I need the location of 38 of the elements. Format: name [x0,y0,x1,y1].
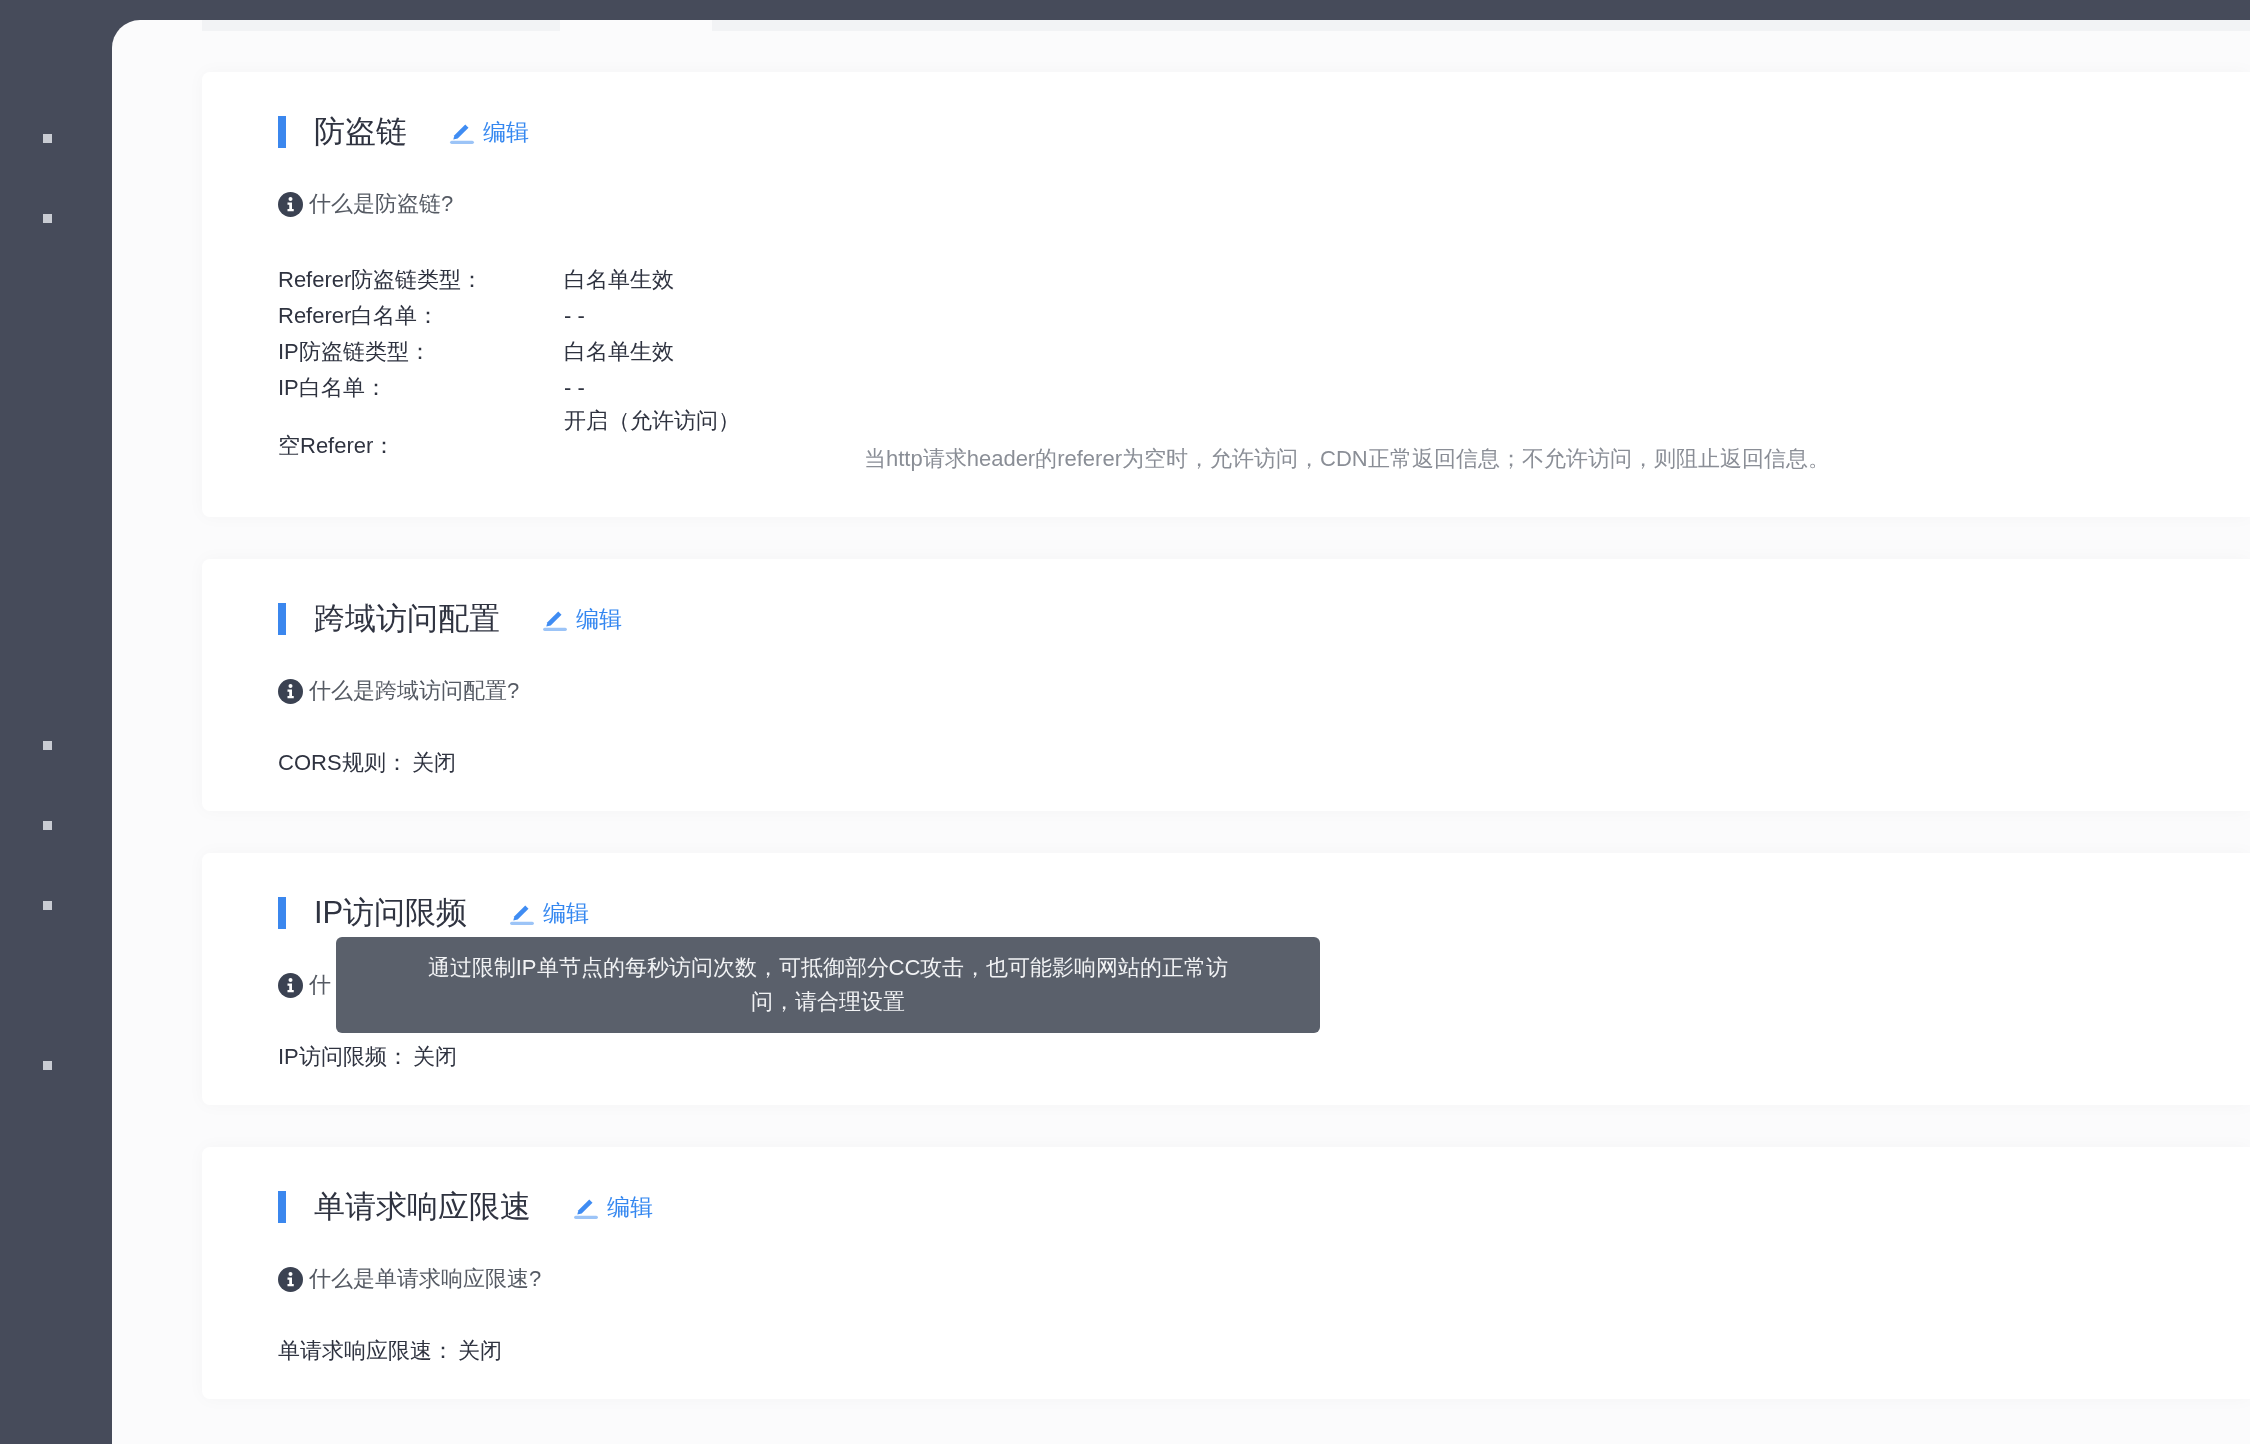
info-icon [278,972,303,998]
field-label: IP防盗链类型： [278,338,432,366]
field-value: - - [564,303,585,329]
accent-bar [278,603,286,635]
field-label: Referer白名单： [278,302,441,330]
field-label: 单请求响应限速： [278,1337,454,1365]
field-value: 关闭 [411,749,456,777]
field-value: - - [564,375,585,401]
section-title: 跨域访问配置 [314,600,500,638]
field-label: Referer防盗链类型： [278,266,485,294]
info-icon [278,678,303,704]
field-value: 白名单生效 [564,266,674,294]
edit-link[interactable]: 编辑 [449,116,529,148]
field-label: CORS规则： [278,749,408,777]
field-value: 关闭 [458,1337,502,1365]
accent-bar [278,116,286,148]
field-label: IP访问限频： [278,1043,409,1071]
info-icon [278,1266,303,1292]
help-link[interactable]: 什么是跨域访问配置? [309,676,520,706]
section-title: IP访问限频 [314,894,468,932]
field-value: 白名单生效 [564,338,674,366]
field-value: 开启（允许访问） [564,407,741,435]
accent-bar [278,897,286,929]
help-link[interactable]: 什么是单请求响应限速? [309,1264,542,1294]
edit-link[interactable]: 编辑 [542,603,622,635]
info-icon [278,191,303,217]
tooltip: 通过限制IP单节点的每秒访问次数，可抵御部分CC攻击，也可能影响网站的正常访问，请合理设置 [336,937,1320,1033]
field-value: 关闭 [412,1043,457,1071]
help-link[interactable]: 什么是防盗链? [309,189,454,219]
edit-link[interactable]: 编辑 [573,1191,653,1223]
field-label: IP白名单： [278,374,388,402]
field-label: 空Referer： [278,432,397,460]
help-link[interactable]: 什 [309,970,331,1000]
section-title: 防盗链 [314,113,407,151]
section-title: 单请求响应限速 [314,1188,531,1226]
field-description: 当http请求header的referer为空时，允许访问，CDN正常返回信息；不允许访问，则阻止返回信息。 [864,445,1830,473]
accent-bar [278,1191,286,1223]
edit-link[interactable]: 编辑 [509,897,590,929]
